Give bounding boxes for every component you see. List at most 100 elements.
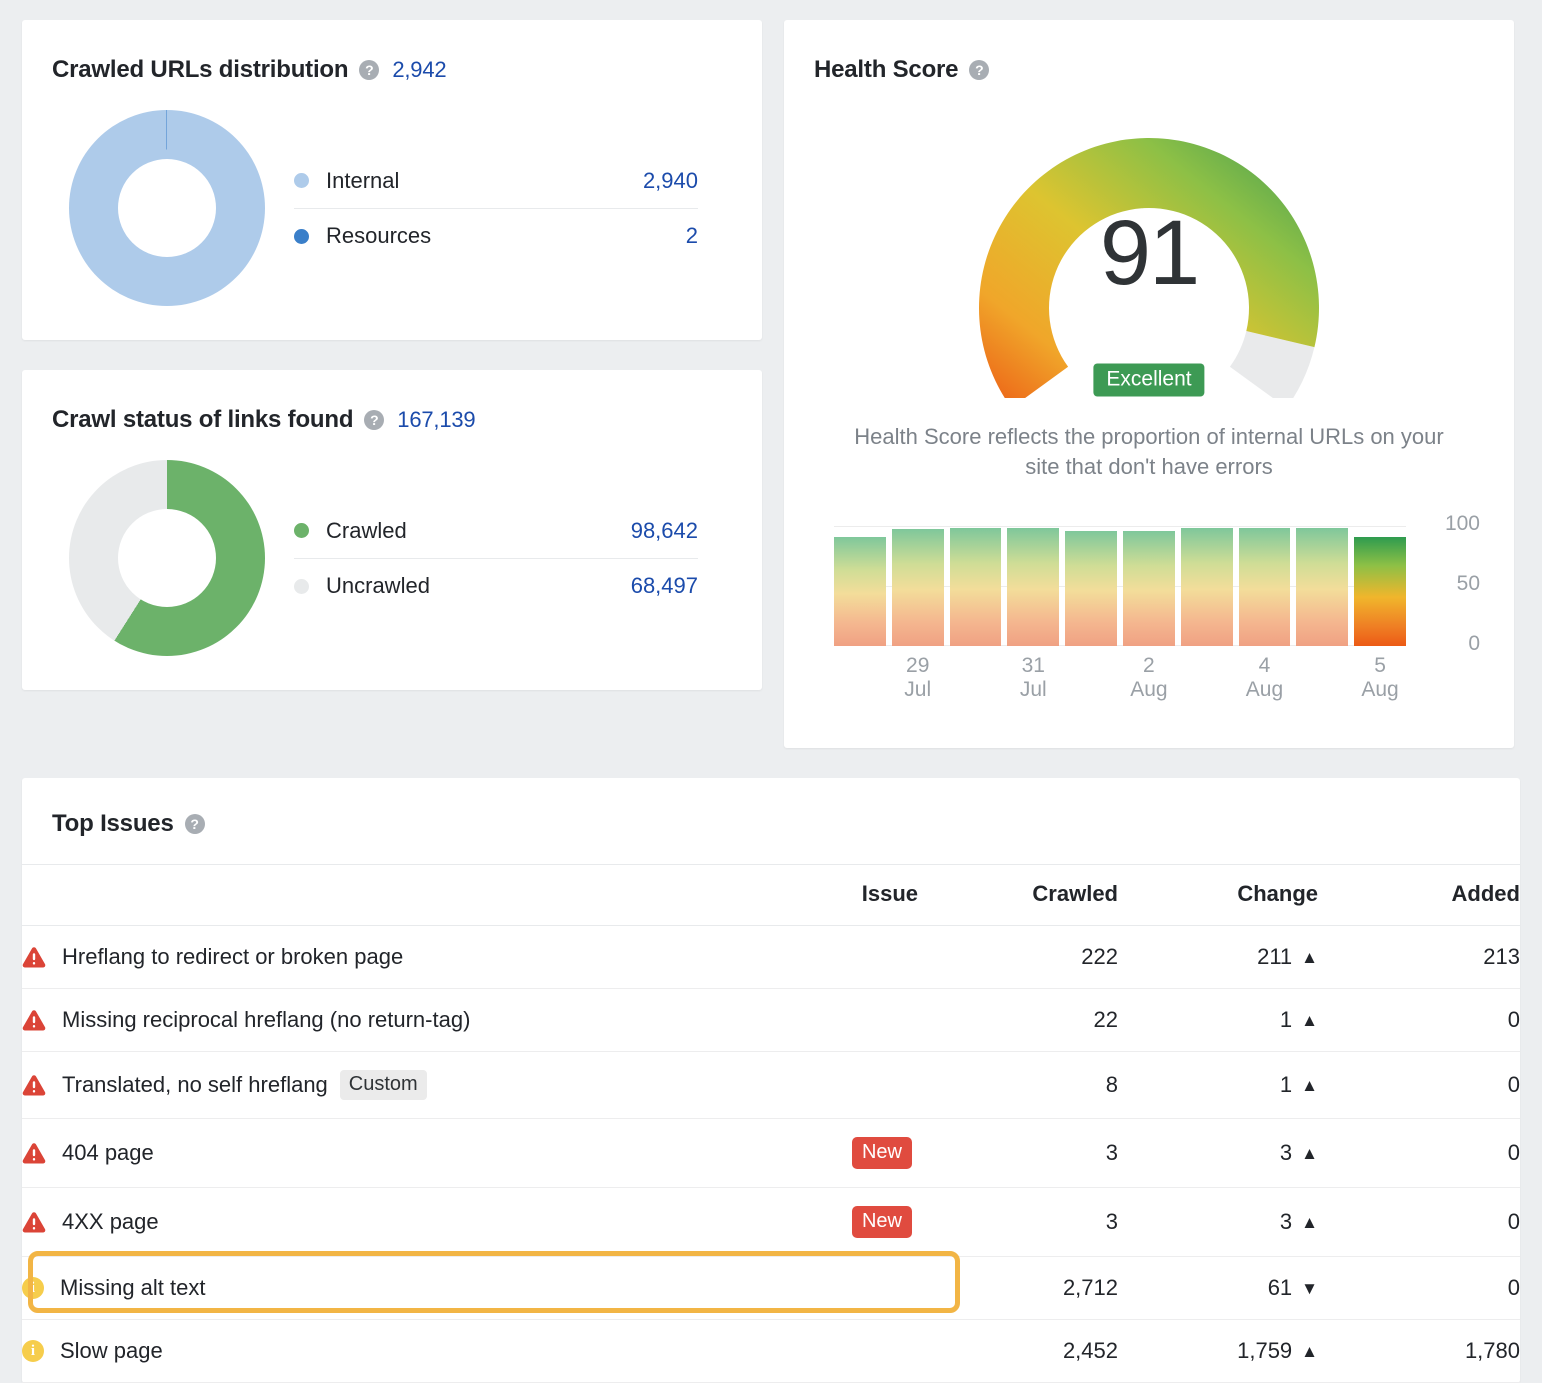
table-header: Issue Crawled Change Added <box>22 865 1520 926</box>
table-row[interactable]: iSlow page2,4521,759▲1,780 <box>22 1320 1520 1383</box>
legend-item[interactable]: Internal 2,940 <box>294 153 698 208</box>
cell-crawled: 3 <box>918 1119 1118 1188</box>
top-issues-header: Top Issues ? <box>22 778 1520 864</box>
issue-label[interactable]: Missing reciprocal hreflang (no return-t… <box>62 1007 470 1033</box>
crawl-status-card: Crawl status of links found ? 167,139 Cr… <box>22 370 762 690</box>
table-row[interactable]: 404 pageNew33▲0 <box>22 1119 1520 1188</box>
legend-label: Uncrawled <box>326 573 631 599</box>
legend-value[interactable]: 98,642 <box>631 518 698 544</box>
left-column: Crawled URLs distribution ? 2,942 Intern… <box>22 20 762 748</box>
cell-issue: 4XX pageNew <box>22 1188 918 1257</box>
issue-label[interactable]: Missing alt text <box>60 1275 206 1301</box>
history-bar <box>892 529 944 645</box>
help-icon[interactable]: ? <box>364 410 384 430</box>
history-x-tick: 29 Jul <box>892 654 944 702</box>
history-bar-column[interactable] <box>1007 526 1059 646</box>
issue-cell: Translated, no self hreflangCustom <box>22 1070 918 1100</box>
table-row[interactable]: iMissing alt text2,71261▼0 <box>22 1257 1520 1320</box>
crawled-urls-legend: Internal 2,940 Resources 2 <box>282 153 732 263</box>
history-bar <box>1123 531 1175 646</box>
cell-issue: Translated, no self hreflangCustom <box>22 1052 918 1119</box>
issue-cell: iSlow page <box>22 1338 918 1364</box>
help-icon[interactable]: ? <box>969 60 989 80</box>
error-icon <box>22 946 46 968</box>
cell-added: 213 <box>1318 926 1520 989</box>
history-bar-column[interactable] <box>1239 526 1291 646</box>
history-bar <box>1065 531 1117 646</box>
crawled-urls-chart-body: Internal 2,940 Resources 2 <box>52 110 732 306</box>
table-header-row: Issue Crawled Change Added <box>22 865 1520 926</box>
legend-item[interactable]: Resources 2 <box>294 208 698 263</box>
legend-value[interactable]: 2 <box>686 223 698 249</box>
column-header-added[interactable]: Added <box>1318 865 1520 926</box>
cell-crawled: 2,452 <box>918 1320 1118 1383</box>
info-icon: i <box>22 1277 44 1299</box>
crawled-urls-total[interactable]: 2,942 <box>392 57 446 83</box>
new-badge: New <box>852 1137 912 1169</box>
column-header-change[interactable]: Change <box>1118 865 1318 926</box>
issue-label[interactable]: 404 page <box>62 1140 154 1166</box>
crawl-status-legend: Crawled 98,642 Uncrawled 68,497 <box>282 503 732 613</box>
history-bar-column[interactable] <box>834 526 886 646</box>
history-bars <box>834 526 1406 646</box>
cell-issue: i Missing alt text <box>22 1257 918 1320</box>
help-icon[interactable]: ? <box>359 60 379 80</box>
history-bar-column[interactable] <box>950 526 1002 646</box>
cell-change: 211▲ <box>1118 926 1318 989</box>
seo-audit-dashboard: Crawled URLs distribution ? 2,942 Intern… <box>0 0 1542 1378</box>
table-row[interactable]: Hreflang to redirect or broken page22221… <box>22 926 1520 989</box>
trend-up-icon: ▲ <box>1301 1213 1318 1233</box>
issue-cell: 4XX pageNew <box>22 1206 918 1238</box>
history-bar-column[interactable] <box>892 526 944 646</box>
error-icon <box>22 1074 46 1096</box>
cell-issue: iSlow page <box>22 1320 918 1383</box>
crawl-status-donut-chart <box>69 460 265 656</box>
history-x-tick: 4 Aug <box>1239 654 1291 702</box>
dashboard-grid: Crawled URLs distribution ? 2,942 Intern… <box>22 20 1520 748</box>
history-bar-column[interactable] <box>1181 526 1233 646</box>
history-bar-column[interactable] <box>1123 526 1175 646</box>
table-row[interactable]: Missing reciprocal hreflang (no return-t… <box>22 989 1520 1052</box>
legend-value[interactable]: 68,497 <box>631 573 698 599</box>
trend-up-icon: ▲ <box>1301 1011 1318 1031</box>
table-row[interactable]: 4XX pageNew33▲0 <box>22 1188 1520 1257</box>
history-bar-column[interactable] <box>1354 526 1406 646</box>
issue-cell: Missing reciprocal hreflang (no return-t… <box>22 1007 918 1033</box>
legend-item[interactable]: Uncrawled 68,497 <box>294 558 698 613</box>
issue-cell: i Missing alt text <box>22 1275 918 1301</box>
history-x-tick <box>834 654 886 702</box>
table-row[interactable]: Translated, no self hreflangCustom81▲0 <box>22 1052 1520 1119</box>
issue-label[interactable]: 4XX page <box>62 1209 159 1235</box>
error-icon <box>22 1009 46 1031</box>
history-y-axis: 100 50 0 <box>1414 512 1484 652</box>
history-bar-column[interactable] <box>1065 526 1117 646</box>
crawl-status-donut-wrap <box>52 460 282 656</box>
issue-label[interactable]: Translated, no self hreflang <box>62 1072 328 1098</box>
health-score-badge: Excellent <box>1093 364 1204 397</box>
history-x-tick <box>1296 654 1348 702</box>
help-icon[interactable]: ? <box>185 814 205 834</box>
top-issues-table: Issue Crawled Change Added Hreflang to r… <box>22 864 1520 1383</box>
crawl-status-total[interactable]: 167,139 <box>397 407 475 433</box>
legend-value[interactable]: 2,940 <box>643 168 698 194</box>
crawled-urls-donut-chart <box>69 110 265 306</box>
crawled-urls-title-row: Crawled URLs distribution ? 2,942 <box>52 56 732 84</box>
issue-label[interactable]: Slow page <box>60 1338 163 1364</box>
column-header-crawled[interactable]: Crawled <box>918 865 1118 926</box>
y-tick: 100 <box>1445 512 1480 536</box>
crawled-urls-title: Crawled URLs distribution <box>52 56 348 84</box>
legend-item[interactable]: Crawled 98,642 <box>294 503 698 558</box>
history-x-tick: 2 Aug <box>1123 654 1175 702</box>
issue-cell: Hreflang to redirect or broken page <box>22 944 918 970</box>
history-bar-column[interactable] <box>1296 526 1348 646</box>
error-icon <box>22 1142 46 1164</box>
y-tick: 50 <box>1457 572 1480 596</box>
legend-color-dot <box>294 579 309 594</box>
cell-change: 1▲ <box>1118 1052 1318 1119</box>
column-header-issue[interactable]: Issue <box>22 865 918 926</box>
cell-crawled: 3 <box>918 1188 1118 1257</box>
cell-added: 0 <box>1318 989 1520 1052</box>
history-bar <box>1239 528 1291 646</box>
issue-label[interactable]: Hreflang to redirect or broken page <box>62 944 403 970</box>
crawled-urls-distribution-card: Crawled URLs distribution ? 2,942 Intern… <box>22 20 762 340</box>
